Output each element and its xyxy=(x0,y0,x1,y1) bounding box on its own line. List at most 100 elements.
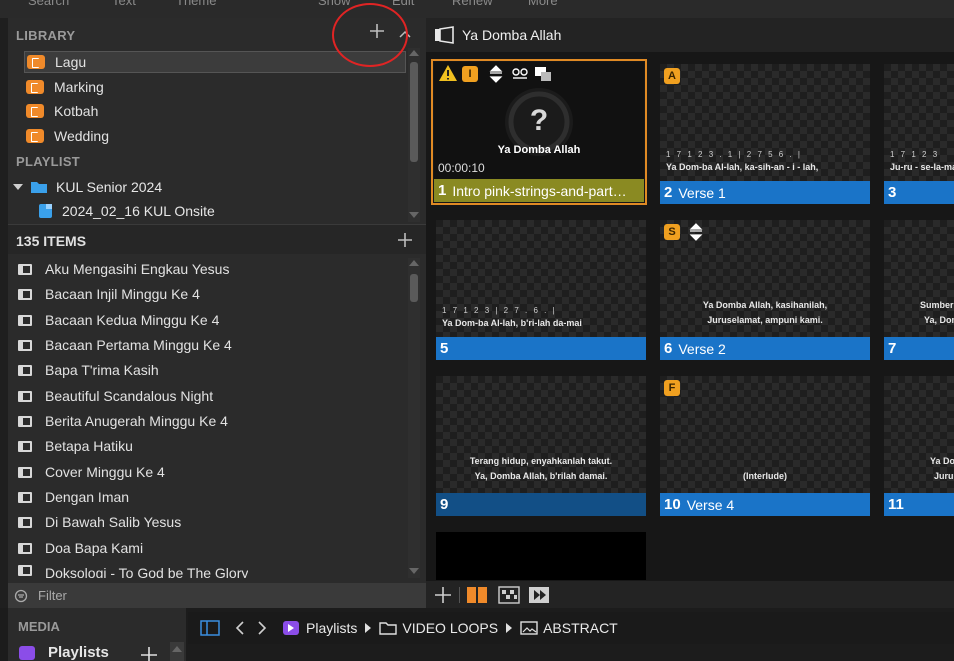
filter-bar[interactable]: Filter xyxy=(8,583,426,608)
list-item[interactable]: Aku Mengasihi Engkau Yesus xyxy=(16,258,229,280)
filter-input[interactable]: Filter xyxy=(38,588,67,603)
grid-view-button[interactable] xyxy=(466,586,488,604)
media-playlists-item[interactable]: Playlists xyxy=(18,644,109,661)
breadcrumb-playlists[interactable]: Playlists xyxy=(306,620,357,636)
breadcrumb-separator xyxy=(506,623,513,633)
plus-icon xyxy=(435,587,451,603)
playlist-folder[interactable]: KUL Senior 2024 xyxy=(12,176,162,198)
song-icon xyxy=(18,440,32,452)
list-item[interactable]: Di Bawah Salib Yesus xyxy=(16,511,181,533)
bottom-bar: MEDIA Playlists Playlists VIDEO LOOPS AB… xyxy=(0,608,954,661)
scroll-up-icon xyxy=(172,646,182,652)
slide-10[interactable]: F (Interlude) 10 Verse 4 xyxy=(660,376,870,516)
slide-2[interactable]: A 1 7 1 2 3 . 1 | 2 7 5 6 . | Ya Dom-ba … xyxy=(660,64,870,204)
slide-7[interactable]: Sumber Ya, Dom 7 xyxy=(884,220,954,360)
grid-view-icon xyxy=(467,587,487,603)
media-scrollbar[interactable] xyxy=(170,642,184,661)
menu-theme[interactable]: Theme xyxy=(176,0,216,8)
annotation-circle xyxy=(332,3,408,67)
next-slide-button[interactable] xyxy=(528,586,550,604)
slide-number: 10 xyxy=(664,496,681,513)
song-icon xyxy=(18,491,32,503)
playlist-item[interactable]: 2024_02_16 KUL Onsite xyxy=(38,200,215,222)
song-icon xyxy=(18,263,32,275)
sidebar-toggle-icon[interactable] xyxy=(200,620,220,636)
song-title: Bapa T'rima Kasih xyxy=(45,362,159,378)
slide-number: 11 xyxy=(888,496,904,513)
slide-lyric-line2: Ya, Dom xyxy=(924,315,954,325)
slide-thumbnail: Sumber Ya, Dom xyxy=(884,220,954,337)
forward-arrow-icon[interactable] xyxy=(256,620,268,636)
slide-lyric: Ya Dom-ba Al-lah, b'ri-lah da-mai xyxy=(442,318,582,328)
add-item-button[interactable] xyxy=(396,231,414,249)
list-item[interactable]: Doa Bapa Kami xyxy=(16,537,143,559)
menu-edit[interactable]: Edit xyxy=(392,0,414,8)
slide-label: 10 Verse 4 xyxy=(660,493,870,516)
scrollbar-thumb[interactable] xyxy=(410,62,418,162)
media-breadcrumb: Playlists VIDEO LOOPS ABSTRACT xyxy=(188,612,954,644)
thumbnail-size-button[interactable] xyxy=(498,586,520,604)
library-item-label: Lagu xyxy=(55,54,87,70)
folder-icon xyxy=(379,622,398,635)
song-icon xyxy=(18,542,32,554)
slide-11[interactable]: Ya Do Juru 11 xyxy=(884,376,954,516)
slide-lyric: Terang hidup, enyahkanlah takut. xyxy=(469,456,613,466)
list-item[interactable]: Berita Anugerah Minggu Ke 4 xyxy=(16,410,228,432)
list-item[interactable]: Bacaan Pertama Minggu Ke 4 xyxy=(16,334,232,356)
breadcrumb-abstract[interactable]: ABSTRACT xyxy=(543,620,618,636)
slide-notation: 1 7 1 2 3 . 1 | 2 7 5 6 . | xyxy=(666,150,802,159)
checkerboard-icon xyxy=(498,586,520,604)
menu-show[interactable]: Show xyxy=(318,0,351,8)
media-header: MEDIA xyxy=(18,619,60,634)
add-media-button[interactable] xyxy=(140,646,158,661)
playlist-item-label: 2024_02_16 KUL Onsite xyxy=(62,203,215,219)
menu-search[interactable]: Search xyxy=(28,0,69,8)
song-icon xyxy=(18,415,32,427)
unknown-media-mark: ? xyxy=(529,104,549,137)
slide-label: 2 Verse 1 xyxy=(660,181,870,204)
media-playlist-icon xyxy=(19,645,35,660)
slide-5[interactable]: 1 7 1 2 3 | 2 7 . 6 . | Ya Dom-ba Al-lah… xyxy=(436,220,646,360)
song-title: Berita Anugerah Minggu Ke 4 xyxy=(45,413,228,429)
list-item[interactable]: Bacaan Kedua Minggu Ke 4 xyxy=(16,309,219,331)
slide-number: 5 xyxy=(440,340,449,357)
plus-icon xyxy=(141,647,157,661)
slide-3[interactable]: 1 7 1 2 3 Ju-ru - se-la-ma 3 xyxy=(884,64,954,204)
left-panel: LIBRARY Lagu Marking Kotbah Wedding PLAY… xyxy=(8,18,426,608)
items-scrollbar[interactable] xyxy=(408,258,420,578)
library-item-wedding[interactable]: Wedding xyxy=(24,125,406,147)
slide-lyric: Ya Dom-ba Al-lah, ka-sih-an - i - lah, xyxy=(666,162,819,172)
slide-1[interactable]: ? Ya Domba Allah 00:00:10 I 1 Intro pink… xyxy=(431,59,647,205)
playlist-header: PLAYLIST xyxy=(16,154,81,169)
slide-number: 1 xyxy=(438,182,447,199)
slide-13[interactable] xyxy=(436,532,646,580)
library-scrollbar[interactable] xyxy=(408,48,420,222)
list-item[interactable]: Doksologi - To God be The Glory xyxy=(16,562,248,578)
menu-renew[interactable]: Renew xyxy=(452,0,492,8)
menu-text[interactable]: Text xyxy=(112,0,136,8)
list-item[interactable]: Dengan Iman xyxy=(16,486,129,508)
list-item[interactable]: Bapa T'rima Kasih xyxy=(16,359,159,381)
library-item-kotbah[interactable]: Kotbah xyxy=(24,100,406,122)
app-window: Search Text Theme Show Edit Renew More L… xyxy=(0,0,954,661)
back-arrow-icon[interactable] xyxy=(234,620,246,636)
song-icon xyxy=(18,288,32,300)
slide-6[interactable]: S Ya Domba Allah, kasihanilah, Juruselam… xyxy=(660,220,870,360)
breadcrumb-video-loops[interactable]: VIDEO LOOPS xyxy=(402,620,498,636)
song-title: Doksologi - To God be The Glory xyxy=(45,565,249,578)
list-item[interactable]: Betapa Hatiku xyxy=(16,435,133,457)
scrollbar-thumb[interactable] xyxy=(410,274,418,302)
add-slide-button[interactable] xyxy=(434,586,452,604)
list-item[interactable]: Cover Minggu Ke 4 xyxy=(16,461,165,483)
song-icon xyxy=(18,390,32,402)
scroll-up-icon xyxy=(409,260,419,266)
slide-9[interactable]: Terang hidup, enyahkanlah takut. Ya, Dom… xyxy=(436,376,646,516)
menu-more[interactable]: More xyxy=(528,0,558,8)
library-icon xyxy=(27,55,45,69)
library-item-marking[interactable]: Marking xyxy=(24,76,406,98)
list-item[interactable]: Bacaan Injil Minggu Ke 4 xyxy=(16,283,200,305)
slide-label-text: Intro pink-strings-and-part… xyxy=(452,182,627,199)
slide-thumbnail: Ya Do Juru xyxy=(884,376,954,493)
list-item[interactable]: Beautiful Scandalous Night xyxy=(16,385,213,407)
presentation-icon xyxy=(435,26,454,44)
